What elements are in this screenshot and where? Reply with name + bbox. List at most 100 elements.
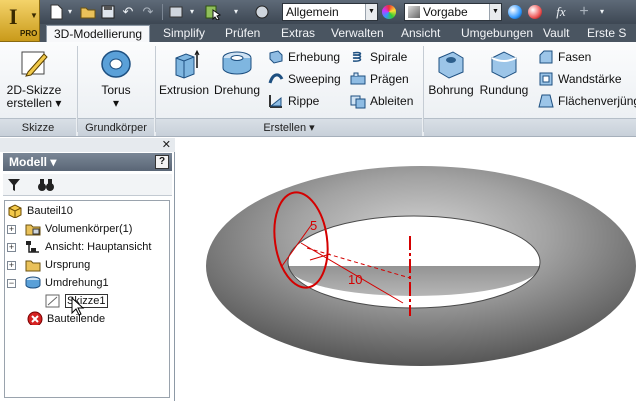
dropdown-arrow-icon[interactable]: ▾ bbox=[598, 4, 606, 20]
praegen-button[interactable]: Prägen bbox=[350, 70, 409, 88]
filter-icon[interactable] bbox=[7, 177, 21, 193]
appearance-swatch-icon bbox=[408, 6, 420, 18]
update-icon[interactable] bbox=[254, 4, 270, 20]
dropdown-arrow-icon[interactable]: ▾ bbox=[232, 4, 240, 20]
browser-toolbar bbox=[3, 174, 172, 196]
material-combo[interactable]: Allgemein ▼ bbox=[282, 3, 378, 21]
tab-verwalten[interactable]: Verwalten bbox=[324, 25, 391, 42]
derive-icon bbox=[350, 95, 366, 109]
help-icon[interactable]: ? bbox=[155, 155, 169, 169]
rippe-button[interactable]: Rippe bbox=[268, 92, 319, 110]
end-of-part-icon bbox=[27, 311, 43, 325]
tree-node-umdrehung[interactable]: − Umdrehung1 bbox=[7, 274, 109, 292]
rib-icon bbox=[269, 95, 282, 108]
origin-folder-icon bbox=[25, 260, 41, 272]
redo-icon[interactable]: ↷ bbox=[140, 4, 156, 20]
torus-model[interactable] bbox=[206, 166, 636, 366]
tab-umgebungen[interactable]: Umgebungen bbox=[454, 25, 540, 42]
edition-label: PRO bbox=[20, 29, 38, 38]
quick-access-toolbar: ▾ ↶ ↷ ▾ ▾ Allgemein ▼ Vorgabe ▼ fx + ▾ bbox=[0, 0, 636, 24]
tree-node-bauteil[interactable]: Bauteil10 bbox=[7, 202, 73, 220]
expand-icon[interactable]: + bbox=[7, 243, 16, 252]
model-browser: ✕ Modell ▾ ? Bauteil10 + Volumenkörper(1… bbox=[0, 138, 175, 401]
dimension-distance[interactable]: 10 bbox=[348, 272, 362, 287]
panel-erstellen[interactable]: Erstellen ▾ bbox=[156, 118, 422, 136]
dropdown-arrow-icon[interactable]: ▾ bbox=[188, 4, 196, 20]
model-canvas[interactable]: 5 10 bbox=[176, 138, 636, 401]
tab-extras[interactable]: Extras bbox=[274, 25, 322, 42]
erhebung-button[interactable]: Erhebung bbox=[268, 48, 340, 66]
open-folder-icon[interactable] bbox=[80, 4, 96, 20]
tab-3d-modellierung[interactable]: 3D-Modellierung bbox=[46, 25, 151, 42]
save-icon[interactable] bbox=[100, 4, 116, 20]
coil-icon bbox=[352, 51, 362, 62]
panel-aendern bbox=[424, 118, 636, 136]
panel-grundkoerper: Grundkörper bbox=[78, 118, 154, 136]
bohrung-label: Bohrung bbox=[428, 83, 474, 97]
browser-header[interactable]: Modell ▾ ? bbox=[3, 153, 172, 171]
panel-skizze: Skizze bbox=[0, 118, 76, 136]
wandstaerke-button[interactable]: Wandstärke bbox=[538, 70, 622, 88]
color-sphere-icon[interactable] bbox=[382, 5, 396, 19]
rundung-button[interactable]: Rundung bbox=[478, 48, 530, 97]
tab-ansicht[interactable]: Ansicht bbox=[394, 25, 447, 42]
dropdown-arrow-icon[interactable]: ▾ bbox=[66, 4, 74, 20]
browser-title[interactable]: Modell ▾ bbox=[9, 155, 56, 169]
appearance-combo[interactable]: Vorgabe ▼ bbox=[404, 3, 502, 21]
flaechenverjuengung-label: Flächenverjüng bbox=[558, 94, 636, 108]
sweeping-label: Sweeping bbox=[288, 72, 341, 86]
erhebung-label: Erhebung bbox=[288, 50, 341, 64]
adjust-appearance-icon[interactable] bbox=[508, 5, 522, 19]
spirale-button[interactable]: Spirale bbox=[350, 48, 407, 66]
expand-icon[interactable]: + bbox=[7, 225, 16, 234]
parameters-icon[interactable]: fx bbox=[552, 4, 570, 20]
flaechenverjuengung-button[interactable]: Flächenverjüng bbox=[538, 92, 636, 110]
chevron-down-icon[interactable]: ▼ bbox=[365, 4, 377, 20]
hole-icon bbox=[435, 48, 467, 80]
part-cube-icon bbox=[8, 204, 22, 218]
chamfer-icon bbox=[539, 50, 553, 64]
torus-button[interactable]: Torus ▾ bbox=[92, 48, 140, 110]
revolve-feature-icon bbox=[25, 276, 41, 289]
ableiten-button[interactable]: Ableiten bbox=[350, 92, 413, 110]
tab-simplify[interactable]: Simplify bbox=[156, 25, 212, 42]
drehung-button[interactable]: Drehung bbox=[212, 48, 262, 97]
collapse-icon[interactable]: − bbox=[7, 279, 16, 288]
wandstaerke-label: Wandstärke bbox=[558, 72, 622, 86]
mouse-cursor-icon bbox=[71, 297, 85, 316]
tab-pruefen[interactable]: Prüfen bbox=[218, 25, 267, 42]
draft-icon bbox=[538, 94, 554, 108]
graphics-viewport[interactable]: 5 10 bbox=[176, 138, 636, 401]
select-icon[interactable] bbox=[204, 4, 222, 21]
sketch-icon bbox=[45, 294, 60, 308]
new-file-icon[interactable] bbox=[48, 4, 64, 20]
loft-icon bbox=[269, 50, 283, 64]
tree-node-bauteilende[interactable]: Bauteilende bbox=[27, 310, 105, 328]
ribbon-tabs: 3D-Modellierung Simplify Prüfen Extras V… bbox=[40, 24, 636, 42]
shell-icon bbox=[539, 72, 553, 86]
create-2d-sketch-button[interactable]: 2D-Skizze erstellen ▾ bbox=[6, 48, 62, 110]
sweeping-button[interactable]: Sweeping bbox=[268, 70, 341, 88]
tree-node-ansicht[interactable]: + Ansicht: Hauptansicht bbox=[7, 238, 151, 256]
emboss-icon bbox=[350, 72, 366, 85]
search-binoculars-icon[interactable] bbox=[37, 177, 55, 193]
plus-icon[interactable]: + bbox=[576, 4, 592, 20]
extrusion-button[interactable]: Extrusion bbox=[158, 48, 210, 97]
tree-node-ursprung[interactable]: + Ursprung bbox=[7, 256, 90, 274]
tree-node-volumenkoerper[interactable]: + Volumenkörper(1) bbox=[7, 220, 132, 238]
application-menu-button[interactable]: I ▼ PRO bbox=[0, 0, 40, 42]
tab-erste-schritte[interactable]: Erste S bbox=[580, 25, 633, 42]
create-2d-sketch-label-2: erstellen ▾ bbox=[6, 96, 62, 110]
clear-appearance-icon[interactable] bbox=[528, 5, 542, 19]
expand-icon[interactable]: + bbox=[7, 261, 16, 270]
undo-icon[interactable]: ↶ bbox=[120, 4, 136, 20]
bohrung-button[interactable]: Bohrung bbox=[426, 48, 476, 97]
close-icon[interactable]: ✕ bbox=[162, 138, 171, 152]
toolbar-separator bbox=[162, 4, 163, 20]
tab-vault[interactable]: Vault bbox=[536, 25, 576, 42]
dimension-radius[interactable]: 5 bbox=[310, 218, 317, 233]
browser-grip-bar: ✕ bbox=[0, 138, 175, 152]
return-icon[interactable] bbox=[168, 4, 186, 20]
fasen-button[interactable]: Fasen bbox=[538, 48, 591, 66]
chevron-down-icon[interactable]: ▼ bbox=[489, 4, 501, 20]
